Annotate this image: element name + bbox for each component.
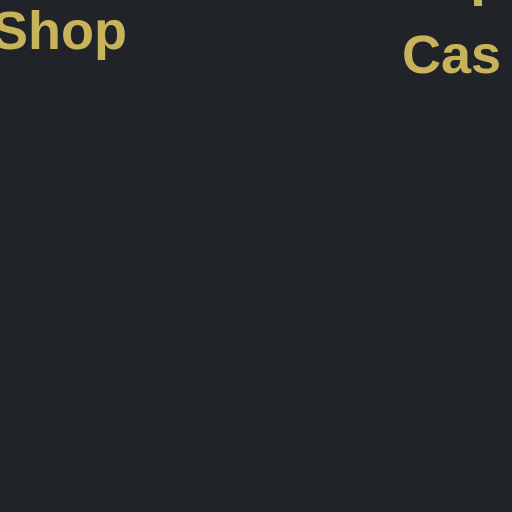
game-menu-screen: Shop Cas (0, 0, 512, 512)
cas-menu-label[interactable]: Cas (402, 28, 501, 82)
cropped-glyph-fragment (474, 0, 482, 6)
shop-menu-label[interactable]: Shop (0, 4, 127, 58)
